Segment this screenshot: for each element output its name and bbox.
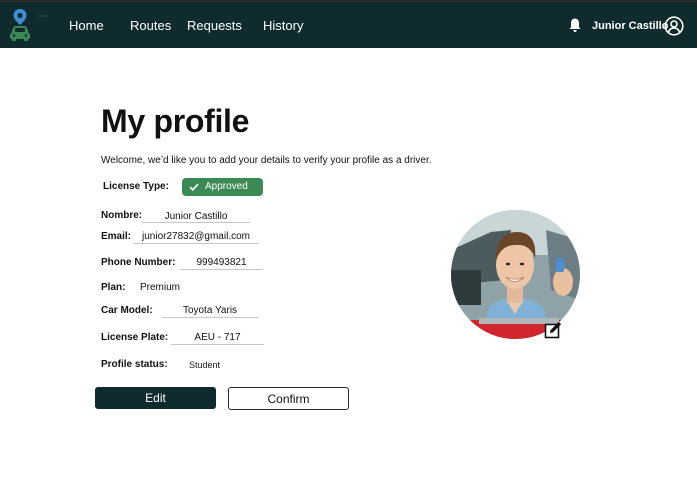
phone-label: Phone Number: [101,257,176,268]
license-status-text: Approved [205,181,248,192]
bell-icon[interactable] [568,17,582,33]
car-model-underline [162,317,258,318]
profile-photo [451,210,580,339]
nav-history[interactable]: History [263,18,303,34]
profile-status-value: Student [189,360,221,370]
car-model-label: Car Model: [101,305,153,316]
license-plate-value[interactable]: AEU - 717 [171,332,264,344]
intro-text: Welcome, we’d like you to add your detai… [101,155,432,166]
nav-requests[interactable]: Requests [187,18,242,34]
email-label: Email: [101,231,132,242]
phone-underline [180,269,263,270]
nav-routes[interactable]: Routes [130,18,171,34]
check-icon [189,183,199,191]
profile-status-label: Profile status: [101,359,168,370]
email-underline [133,243,259,244]
license-type-label: License Type: [103,181,169,192]
license-status-badge: Approved [182,178,263,196]
nav-home[interactable]: Home [69,18,104,34]
license-plate-underline [171,344,264,345]
email-value[interactable]: junior27832@gmail.com [133,231,259,243]
top-navbar: Home Routes Requests History Junior Cast… [0,0,697,48]
plan-label: Plan: [101,282,126,293]
edit-button[interactable]: Edit [95,387,216,409]
edit-pencil-icon[interactable] [544,321,562,339]
plan-value: Premium [140,282,181,293]
car-model-value[interactable]: Toyota Yaris [162,305,258,317]
user-name[interactable]: Junior Castillo [592,19,668,33]
page-title: My profile [101,103,250,139]
user-circle-icon[interactable] [664,16,684,36]
phone-value[interactable]: 999493821 [180,257,263,269]
car-pin-logo-icon[interactable] [8,8,54,44]
confirm-button[interactable]: Confirm [228,387,349,410]
nombre-underline [142,222,250,223]
nombre-label: Nombre: [101,210,143,221]
license-plate-label: License Plate: [101,332,169,343]
